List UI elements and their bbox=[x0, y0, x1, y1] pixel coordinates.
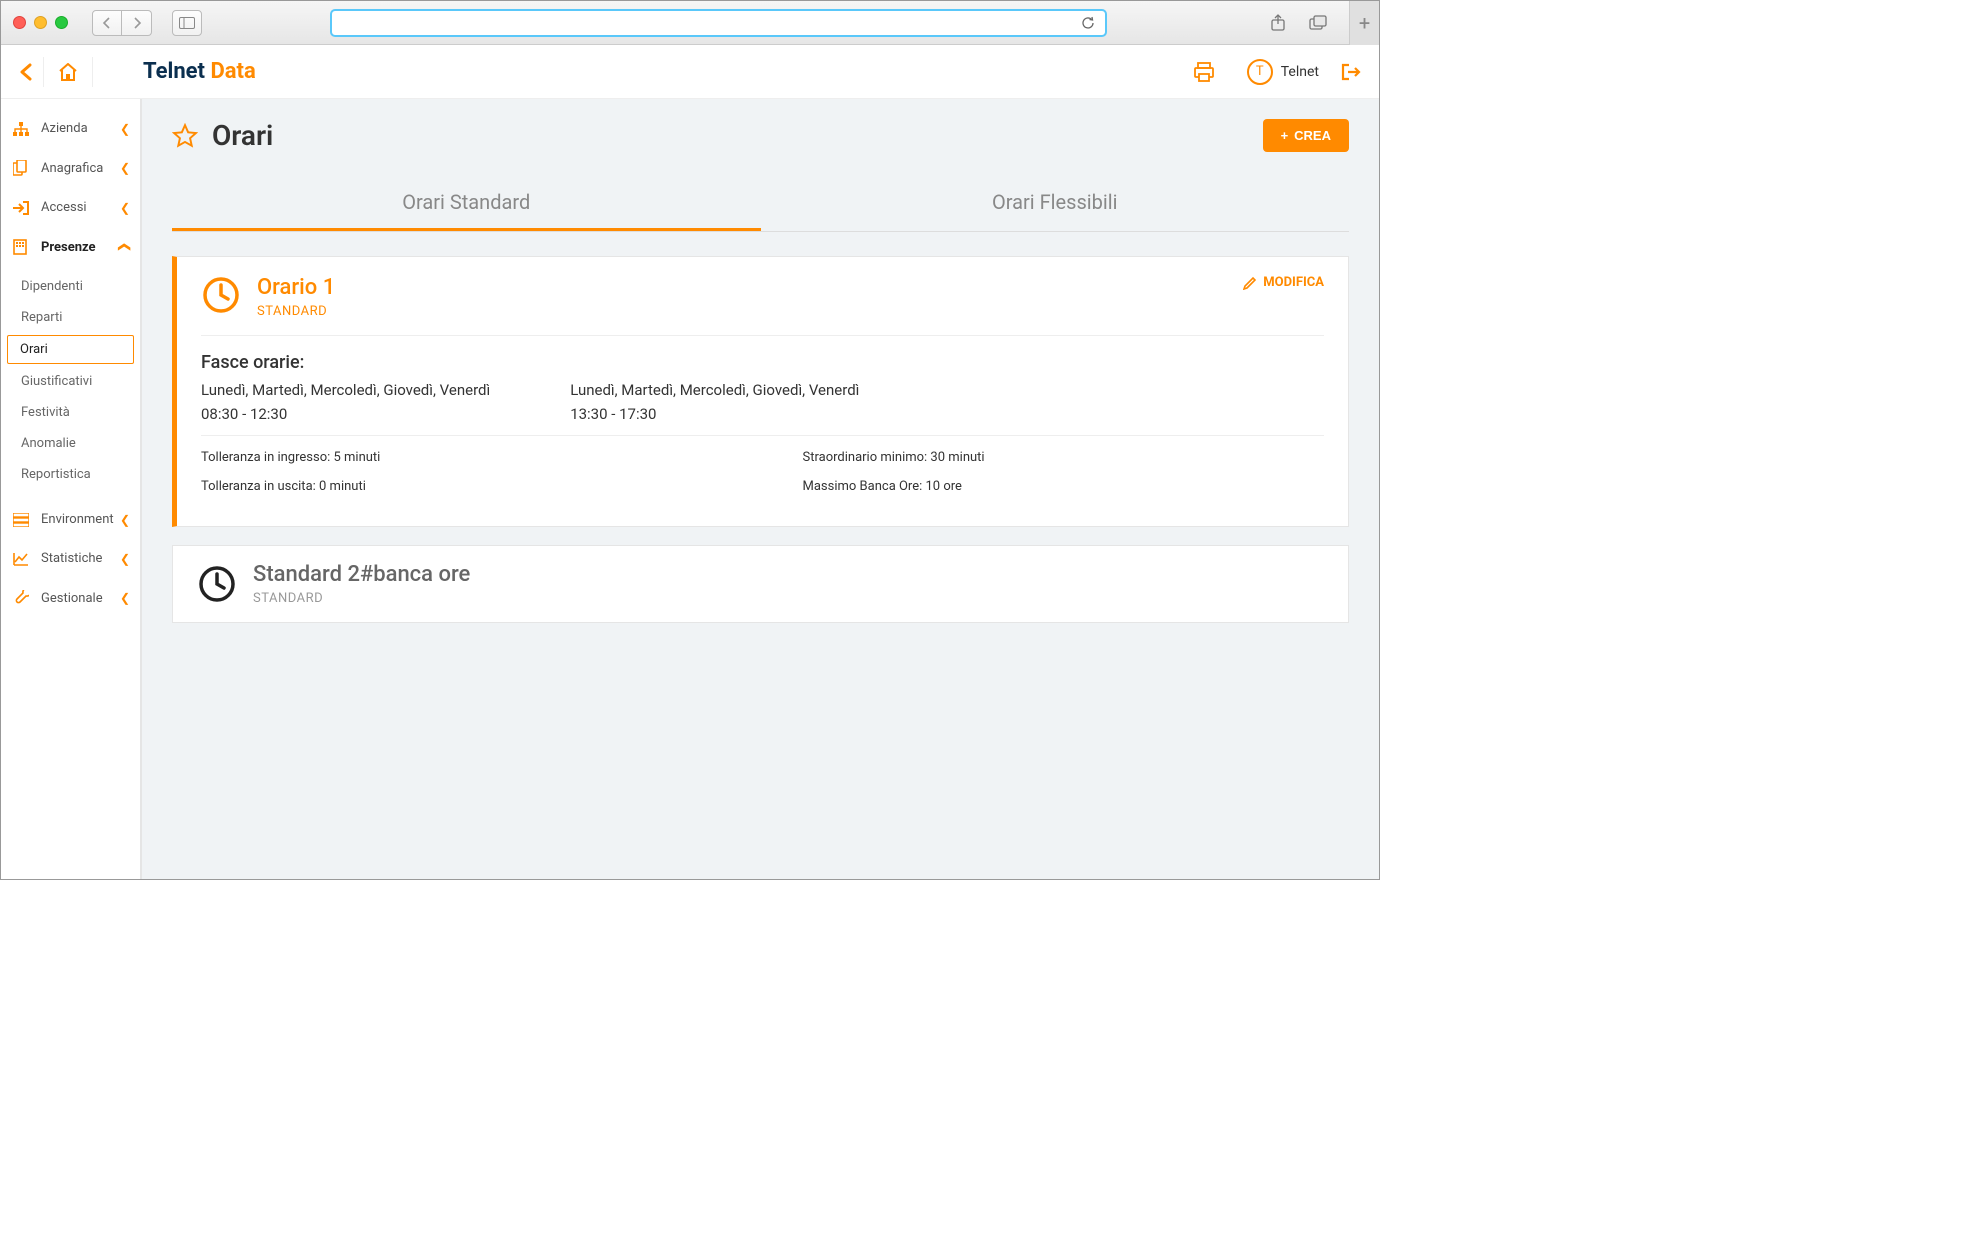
window-close[interactable] bbox=[13, 16, 26, 29]
sidebar-item-accessi[interactable]: Accessi ❮ bbox=[1, 188, 140, 227]
modify-button[interactable]: MODIFICA bbox=[1243, 275, 1324, 290]
clock-icon bbox=[197, 564, 237, 604]
sidebar: Azienda ❮ Anagrafica ❮ Accessi ❮ bbox=[1, 99, 141, 879]
sidebar-label: Gestionale bbox=[41, 591, 103, 606]
sidebar-sub-orari[interactable]: Orari bbox=[7, 335, 134, 364]
chevron-icon: ❮ bbox=[120, 552, 130, 566]
sidebar-item-presenze[interactable]: Presenze ❮ bbox=[1, 227, 140, 267]
browser-url-bar[interactable] bbox=[330, 9, 1107, 37]
chevron-icon: ❮ bbox=[120, 513, 130, 527]
browser-titlebar: + bbox=[1, 1, 1379, 45]
pencil-icon bbox=[1243, 276, 1257, 290]
home-icon[interactable] bbox=[44, 57, 93, 87]
star-icon[interactable] bbox=[172, 123, 198, 149]
sidebar-label: Statistiche bbox=[41, 551, 102, 566]
sidebar-label: Azienda bbox=[41, 121, 88, 136]
sidebar-sub-reparti[interactable]: Reparti bbox=[1, 302, 140, 333]
sidebar-item-gestionale[interactable]: Gestionale ❮ bbox=[1, 578, 140, 618]
time-slot-2: Lunedì, Martedì, Mercoledì, Giovedì, Ven… bbox=[570, 381, 859, 423]
user-menu[interactable]: T Telnet bbox=[1235, 59, 1331, 85]
chevron-icon: ❮ bbox=[120, 201, 130, 215]
share-icon[interactable] bbox=[1265, 10, 1291, 36]
wrench-icon bbox=[13, 590, 31, 606]
schedule-title: Standard 2#banca ore bbox=[253, 562, 1324, 587]
schedule-card-1[interactable]: Orario 1 STANDARD MODIFICA Fasce orarie:… bbox=[172, 256, 1349, 527]
sidebar-label: Environment bbox=[41, 512, 114, 527]
chart-icon bbox=[13, 552, 31, 566]
logout-icon[interactable] bbox=[1331, 63, 1361, 81]
tab-orari-standard[interactable]: Orari Standard bbox=[172, 176, 761, 231]
schedule-card-2[interactable]: Standard 2#banca ore STANDARD bbox=[172, 545, 1349, 623]
tabs: Orari Standard Orari Flessibili bbox=[172, 176, 1349, 232]
tabs-icon[interactable] bbox=[1305, 10, 1331, 36]
sidebar-sub-anomalie[interactable]: Anomalie bbox=[1, 428, 140, 459]
sidebar-item-anagrafica[interactable]: Anagrafica ❮ bbox=[1, 148, 140, 188]
sidebar-label: Presenze bbox=[41, 240, 96, 255]
browser-sidebar-toggle-icon[interactable] bbox=[172, 10, 202, 36]
page-title: Orari bbox=[212, 119, 273, 152]
sidebar-item-environment[interactable]: Environment ❮ bbox=[1, 500, 140, 539]
chevron-icon: ❮ bbox=[120, 591, 130, 605]
user-avatar: T bbox=[1247, 59, 1273, 85]
sidebar-item-statistiche[interactable]: Statistiche ❮ bbox=[1, 539, 140, 578]
sitemap-icon bbox=[13, 122, 31, 136]
schedule-title: Orario 1 bbox=[257, 275, 1227, 300]
meta-right: Straordinario minimo: 30 minuti Massimo … bbox=[803, 450, 1325, 508]
create-button[interactable]: + CREA bbox=[1263, 119, 1349, 152]
app-header: Telnet Data T Telnet bbox=[1, 45, 1379, 99]
copy-icon bbox=[13, 160, 31, 176]
sidebar-item-azienda[interactable]: Azienda ❮ bbox=[1, 109, 140, 148]
sidebar-label: Accessi bbox=[41, 200, 87, 215]
print-icon[interactable] bbox=[1173, 62, 1235, 82]
server-icon bbox=[13, 513, 31, 527]
browser-forward[interactable] bbox=[122, 10, 152, 36]
app-back-button[interactable] bbox=[19, 57, 44, 87]
sidebar-submenu-presenze: Dipendenti Reparti Orari Giustificativi … bbox=[1, 267, 140, 500]
main-content: Orari + CREA Orari Standard Orari Flessi… bbox=[141, 99, 1379, 879]
sidebar-sub-giustificativi[interactable]: Giustificativi bbox=[1, 366, 140, 397]
chevron-icon: ❮ bbox=[120, 161, 130, 175]
sidebar-label: Anagrafica bbox=[41, 161, 103, 176]
divider bbox=[201, 335, 1324, 336]
window-zoom[interactable] bbox=[55, 16, 68, 29]
app-logo: Telnet Data bbox=[93, 59, 256, 84]
clock-icon bbox=[201, 275, 241, 315]
sidebar-sub-reportistica[interactable]: Reportistica bbox=[1, 459, 140, 490]
chevron-icon: ❮ bbox=[120, 122, 130, 136]
building-icon bbox=[13, 239, 31, 255]
reload-icon[interactable] bbox=[1081, 16, 1095, 30]
schedule-subtitle: STANDARD bbox=[253, 591, 1324, 606]
login-icon bbox=[13, 201, 31, 215]
window-minimize[interactable] bbox=[34, 16, 47, 29]
tab-orari-flessibili[interactable]: Orari Flessibili bbox=[761, 176, 1350, 231]
new-tab-button[interactable]: + bbox=[1349, 1, 1379, 45]
user-name: Telnet bbox=[1281, 64, 1319, 80]
plus-icon: + bbox=[1281, 128, 1289, 143]
sidebar-sub-dipendenti[interactable]: Dipendenti bbox=[1, 271, 140, 302]
meta-left: Tolleranza in ingresso: 5 minuti Tollera… bbox=[201, 450, 723, 508]
chevron-down-icon: ❮ bbox=[118, 242, 132, 252]
sidebar-sub-festivita[interactable]: Festività bbox=[1, 397, 140, 428]
schedule-subtitle: STANDARD bbox=[257, 304, 1227, 319]
browser-back[interactable] bbox=[92, 10, 122, 36]
time-slot-1: Lunedì, Martedì, Mercoledì, Giovedì, Ven… bbox=[201, 381, 490, 423]
fasce-heading: Fasce orarie: bbox=[201, 352, 1324, 373]
